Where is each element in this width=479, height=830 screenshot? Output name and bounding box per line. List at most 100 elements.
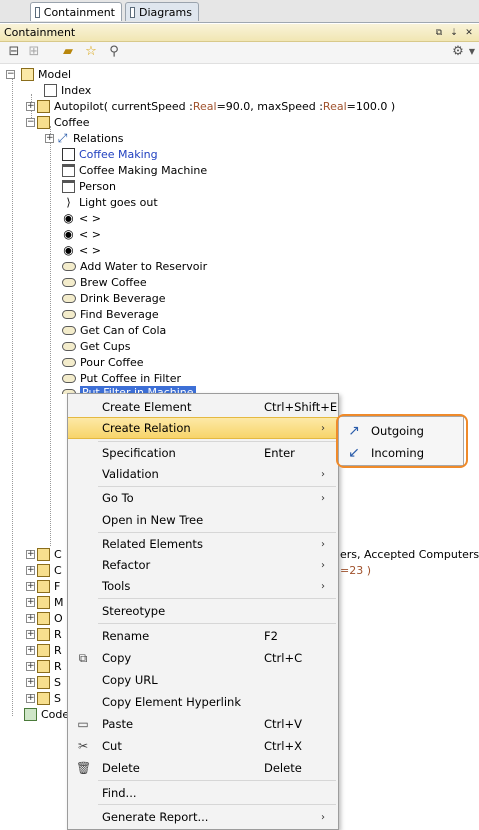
submenu-arrow-icon: ›	[321, 811, 325, 823]
menu-shortcut: Ctrl+C	[264, 651, 303, 665]
submenu-outgoing[interactable]: ↗ Outgoing	[339, 420, 463, 442]
tree-node-person[interactable]: Person	[62, 178, 116, 194]
expand-toggle-icon[interactable]: +	[26, 581, 35, 591]
menu-label: Stereotype	[102, 604, 166, 618]
tree-node-package[interactable]: + S	[26, 690, 61, 706]
tree-node-package[interactable]: + R	[26, 658, 62, 674]
tree-node-coffee-making[interactable]: Coffee Making	[62, 146, 158, 162]
expand-toggle-icon[interactable]: +	[26, 629, 35, 639]
expand-toggle-icon[interactable]: +	[26, 597, 35, 607]
tree-node-usecase[interactable]: Get Can of Cola	[62, 322, 166, 338]
chevron-down-icon[interactable]: ▼	[464, 44, 479, 60]
menu-label: Refactor	[102, 558, 151, 572]
tree-node-package[interactable]: + R	[26, 642, 62, 658]
relation-icon: ⤢	[57, 130, 68, 145]
tree-node-autopilot[interactable]: + Autopilot ( currentSpeed : Real =90.0,…	[26, 98, 395, 114]
menu-cut[interactable]: ✂ Cut Ctrl+X	[68, 735, 338, 757]
expand-toggle-icon[interactable]: +	[26, 101, 35, 111]
menu-delete[interactable]: 🗑 Delete Delete	[68, 757, 338, 779]
tree-node-usecase[interactable]: Get Cups	[62, 338, 130, 354]
tree-node-pseudo-3[interactable]: ◉ < >	[62, 242, 101, 258]
tree-node-package[interactable]: + F	[26, 578, 60, 594]
pin-icon[interactable]: ⇣	[449, 28, 459, 38]
menu-related-elements[interactable]: Related Elements ›	[68, 533, 338, 555]
partial-label-1: ers, Accepted Computers )	[340, 547, 479, 561]
expand-toggle-icon[interactable]: +	[26, 677, 35, 687]
tree-node-package[interactable]: + O	[26, 610, 63, 626]
tree-label-usecase: Put Coffee in Filter	[80, 371, 182, 385]
search-icon[interactable]: ⚲	[106, 44, 122, 60]
menu-generate-report[interactable]: Generate Report... ›	[68, 806, 338, 828]
tree-node-package[interactable]: + C	[26, 562, 62, 578]
close-icon[interactable]: ✕	[464, 28, 474, 38]
tree-node-usecase[interactable]: Drink Beverage	[62, 290, 166, 306]
tree-node-light[interactable]: ⟩ Light goes out	[62, 194, 158, 210]
expand-toggle-icon[interactable]: +	[26, 549, 35, 559]
tree-node-usecase[interactable]: Pour Coffee	[62, 354, 144, 370]
tree-node-index[interactable]: Index	[44, 82, 91, 98]
tree-node-model[interactable]: − Model	[6, 66, 71, 82]
tree-node-pseudo-1[interactable]: ◉ < >	[62, 210, 101, 226]
menu-create-relation[interactable]: Create Relation ›	[68, 417, 338, 439]
collapse-all-icon[interactable]: ⊟	[6, 44, 22, 60]
expand-all-icon[interactable]: ⊞	[26, 44, 42, 60]
tree-label-package: M	[54, 595, 64, 609]
menu-copy-url[interactable]: Copy URL	[68, 669, 338, 691]
expand-toggle-icon[interactable]: +	[26, 613, 35, 623]
favorites-star-icon[interactable]: ☆	[83, 44, 99, 60]
tree-node-package[interactable]: + M	[26, 594, 64, 610]
tree-label-usecase: Find Beverage	[80, 307, 159, 321]
menu-copy[interactable]: ⧉ Copy Ctrl+C	[68, 647, 338, 669]
menu-refactor[interactable]: Refactor ›	[68, 554, 338, 576]
collapse-toggle-icon[interactable]: −	[6, 69, 15, 79]
code-engineering-icon	[24, 707, 37, 721]
menu-copy-hyperlink[interactable]: Copy Element Hyperlink	[68, 691, 338, 713]
trash-icon: 🗑	[76, 761, 92, 775]
menu-label: Delete	[102, 761, 140, 775]
tree-node-usecase[interactable]: Brew Coffee	[62, 274, 147, 290]
expand-toggle-icon[interactable]: +	[26, 693, 35, 703]
autopilot-type-2: Real	[322, 99, 347, 113]
expand-toggle-icon[interactable]: +	[26, 565, 35, 575]
menu-find[interactable]: Find...	[68, 782, 338, 804]
collapse-toggle-icon[interactable]: −	[26, 117, 35, 127]
menu-label: Related Elements	[102, 537, 203, 551]
tree-node-package[interactable]: + S	[26, 674, 61, 690]
diagrams-tab-icon	[130, 6, 136, 18]
float-window-icon[interactable]: ⧉	[434, 28, 444, 38]
tree-node-usecase[interactable]: Find Beverage	[62, 306, 159, 322]
expand-toggle-icon[interactable]: +	[26, 645, 35, 655]
submenu-incoming[interactable]: ↙ Incoming	[339, 442, 463, 464]
menu-tools[interactable]: Tools ›	[68, 575, 338, 597]
expand-toggle-icon[interactable]: +	[45, 133, 54, 143]
menu-paste[interactable]: ▭ Paste Ctrl+V	[68, 713, 338, 735]
menu-rename[interactable]: Rename F2	[68, 625, 338, 647]
tree-node-relations[interactable]: + ⤢ Relations	[45, 130, 124, 146]
menu-go-to[interactable]: Go To ›	[68, 487, 338, 509]
use-case-icon	[62, 293, 76, 303]
tree-node-pseudo-2[interactable]: ◉ < >	[62, 226, 101, 242]
menu-create-element[interactable]: Create Element Ctrl+Shift+E	[68, 396, 338, 418]
menu-label: Tools	[102, 579, 131, 593]
menu-validation[interactable]: Validation ›	[68, 463, 338, 485]
tree-node-package[interactable]: + R	[26, 626, 62, 642]
tab-diagrams[interactable]: Diagrams	[125, 2, 199, 21]
package-icon	[37, 99, 50, 113]
model-icon	[21, 67, 34, 81]
tree-node-usecase[interactable]: Put Coffee in Filter	[62, 370, 181, 386]
expand-toggle-icon[interactable]: +	[26, 661, 35, 671]
menu-label: Open in New Tree	[102, 513, 204, 527]
menu-specification[interactable]: Specification Enter	[68, 442, 338, 464]
tree-node-package[interactable]: + C	[26, 546, 62, 562]
menu-open-new-tree[interactable]: Open in New Tree	[68, 509, 338, 531]
tree-node-coffee-machine[interactable]: Coffee Making Machine	[62, 162, 207, 178]
tab-containment[interactable]: Containment	[30, 2, 122, 21]
tree-label-light: Light goes out	[79, 195, 158, 209]
tree-node-usecase[interactable]: Add Water to Reservoir	[62, 258, 207, 274]
open-folder-icon[interactable]: ▰	[60, 44, 76, 60]
menu-stereotype[interactable]: Stereotype	[68, 600, 338, 622]
menu-label: Create Element	[102, 400, 192, 414]
tree-node-coffee[interactable]: − Coffee	[26, 114, 90, 130]
package-icon	[37, 675, 50, 689]
tree-node-code[interactable]: Code	[24, 706, 69, 722]
